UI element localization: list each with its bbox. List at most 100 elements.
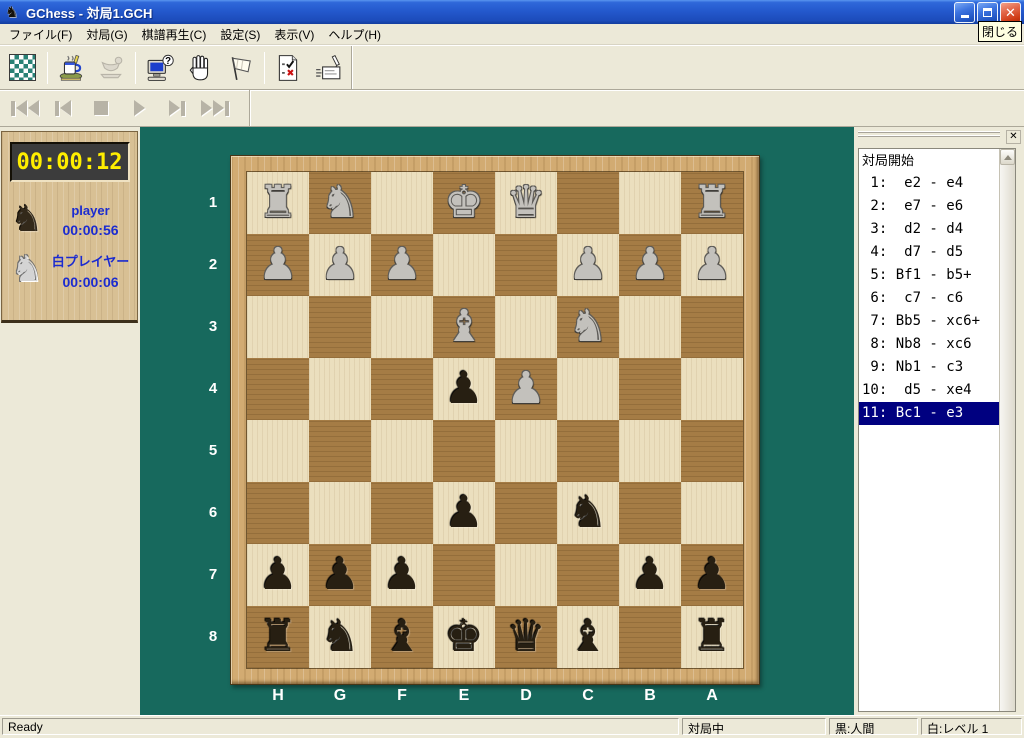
move-item-1[interactable]: 1: e2 - e4 — [859, 172, 999, 195]
scroll-up-button[interactable] — [1000, 149, 1015, 165]
square-c6[interactable]: ♞ — [557, 482, 619, 544]
square-f7[interactable]: ♟ — [371, 544, 433, 606]
square-g2[interactable]: ♟ — [309, 234, 371, 296]
wait-button[interactable] — [180, 49, 220, 87]
square-h1[interactable]: ♜ — [247, 172, 309, 234]
square-h3[interactable] — [247, 296, 309, 358]
stop-button[interactable] — [82, 93, 120, 123]
move-list-scrollbar[interactable] — [999, 149, 1015, 711]
square-f3[interactable] — [371, 296, 433, 358]
square-a1[interactable]: ♜ — [681, 172, 743, 234]
skip-to-end-button[interactable] — [196, 93, 234, 123]
square-c4[interactable] — [557, 358, 619, 420]
square-f5[interactable] — [371, 420, 433, 482]
square-a3[interactable] — [681, 296, 743, 358]
square-c5[interactable] — [557, 420, 619, 482]
square-a7[interactable]: ♟ — [681, 544, 743, 606]
move-item-8[interactable]: 8: Nb8 - xc6 — [859, 333, 999, 356]
square-d7[interactable] — [495, 544, 557, 606]
menu-item-settings[interactable]: 設定(S) — [213, 24, 267, 45]
square-c8[interactable]: ♝ — [557, 606, 619, 668]
menu-item-file[interactable]: ファイル(F) — [2, 24, 79, 45]
square-e4[interactable]: ♟ — [433, 358, 495, 420]
square-f8[interactable]: ♝ — [371, 606, 433, 668]
move-record-button[interactable] — [308, 49, 348, 87]
square-e1[interactable]: ♚ — [433, 172, 495, 234]
square-b2[interactable]: ♟ — [619, 234, 681, 296]
square-f6[interactable] — [371, 482, 433, 544]
square-e7[interactable] — [433, 544, 495, 606]
square-a8[interactable]: ♜ — [681, 606, 743, 668]
square-b5[interactable] — [619, 420, 681, 482]
move-item-11[interactable]: 11: Bc1 - e3 — [859, 402, 999, 425]
new-game-button[interactable] — [52, 49, 92, 87]
square-e3[interactable]: ♝ — [433, 296, 495, 358]
square-f1[interactable] — [371, 172, 433, 234]
square-a4[interactable] — [681, 358, 743, 420]
menu-item-replay[interactable]: 棋譜再生(C) — [135, 24, 214, 45]
square-d3[interactable] — [495, 296, 557, 358]
move-item-10[interactable]: 10: d5 - xe4 — [859, 379, 999, 402]
square-c3[interactable]: ♞ — [557, 296, 619, 358]
resign-button[interactable] — [220, 49, 260, 87]
square-b6[interactable] — [619, 482, 681, 544]
play-button[interactable] — [120, 93, 158, 123]
menu-item-help[interactable]: ヘルプ(H) — [321, 24, 388, 45]
menu-item-view[interactable]: 表示(V) — [267, 24, 321, 45]
square-g5[interactable] — [309, 420, 371, 482]
move-item-5[interactable]: 5: Bf1 - b5+ — [859, 264, 999, 287]
square-b4[interactable] — [619, 358, 681, 420]
hint-button[interactable]: ? — [140, 49, 180, 87]
panel-close-button[interactable]: ✕ — [1006, 130, 1021, 144]
step-back-button[interactable] — [44, 93, 82, 123]
square-d2[interactable] — [495, 234, 557, 296]
square-c7[interactable] — [557, 544, 619, 606]
square-h8[interactable]: ♜ — [247, 606, 309, 668]
square-e2[interactable] — [433, 234, 495, 296]
move-item-7[interactable]: 7: Bb5 - xc6+ — [859, 310, 999, 333]
square-d8[interactable]: ♛ — [495, 606, 557, 668]
square-g6[interactable] — [309, 482, 371, 544]
board-display-button[interactable] — [3, 49, 43, 87]
square-d5[interactable] — [495, 420, 557, 482]
square-g4[interactable] — [309, 358, 371, 420]
menu-item-game[interactable]: 対局(G) — [79, 24, 134, 45]
square-b8[interactable] — [619, 606, 681, 668]
square-h6[interactable] — [247, 482, 309, 544]
minimize-button[interactable] — [954, 2, 975, 23]
square-a6[interactable] — [681, 482, 743, 544]
square-d4[interactable]: ♟ — [495, 358, 557, 420]
square-c2[interactable]: ♟ — [557, 234, 619, 296]
square-e5[interactable] — [433, 420, 495, 482]
square-e8[interactable]: ♚ — [433, 606, 495, 668]
square-b7[interactable]: ♟ — [619, 544, 681, 606]
move-item-6[interactable]: 6: c7 - c6 — [859, 287, 999, 310]
square-g7[interactable]: ♟ — [309, 544, 371, 606]
square-d6[interactable] — [495, 482, 557, 544]
square-a2[interactable]: ♟ — [681, 234, 743, 296]
square-d1[interactable]: ♛ — [495, 172, 557, 234]
square-e6[interactable]: ♟ — [433, 482, 495, 544]
move-item-4[interactable]: 4: d7 - d5 — [859, 241, 999, 264]
close-button[interactable]: ✕ — [1000, 2, 1021, 23]
square-a5[interactable] — [681, 420, 743, 482]
skip-to-start-button[interactable] — [6, 93, 44, 123]
move-item-9[interactable]: 9: Nb1 - c3 — [859, 356, 999, 379]
move-item-3[interactable]: 3: d2 - d4 — [859, 218, 999, 241]
square-b1[interactable] — [619, 172, 681, 234]
move-list-grip[interactable]: ✕ — [856, 129, 1022, 147]
move-item-2[interactable]: 2: e7 - e6 — [859, 195, 999, 218]
restore-button[interactable] — [977, 2, 998, 23]
check-moves-button[interactable] — [269, 49, 309, 87]
square-g1[interactable]: ♞ — [309, 172, 371, 234]
square-g8[interactable]: ♞ — [309, 606, 371, 668]
square-h2[interactable]: ♟ — [247, 234, 309, 296]
square-g3[interactable] — [309, 296, 371, 358]
square-f2[interactable]: ♟ — [371, 234, 433, 296]
step-forward-button[interactable] — [158, 93, 196, 123]
square-h5[interactable] — [247, 420, 309, 482]
square-f4[interactable] — [371, 358, 433, 420]
square-c1[interactable] — [557, 172, 619, 234]
square-b3[interactable] — [619, 296, 681, 358]
square-h4[interactable] — [247, 358, 309, 420]
